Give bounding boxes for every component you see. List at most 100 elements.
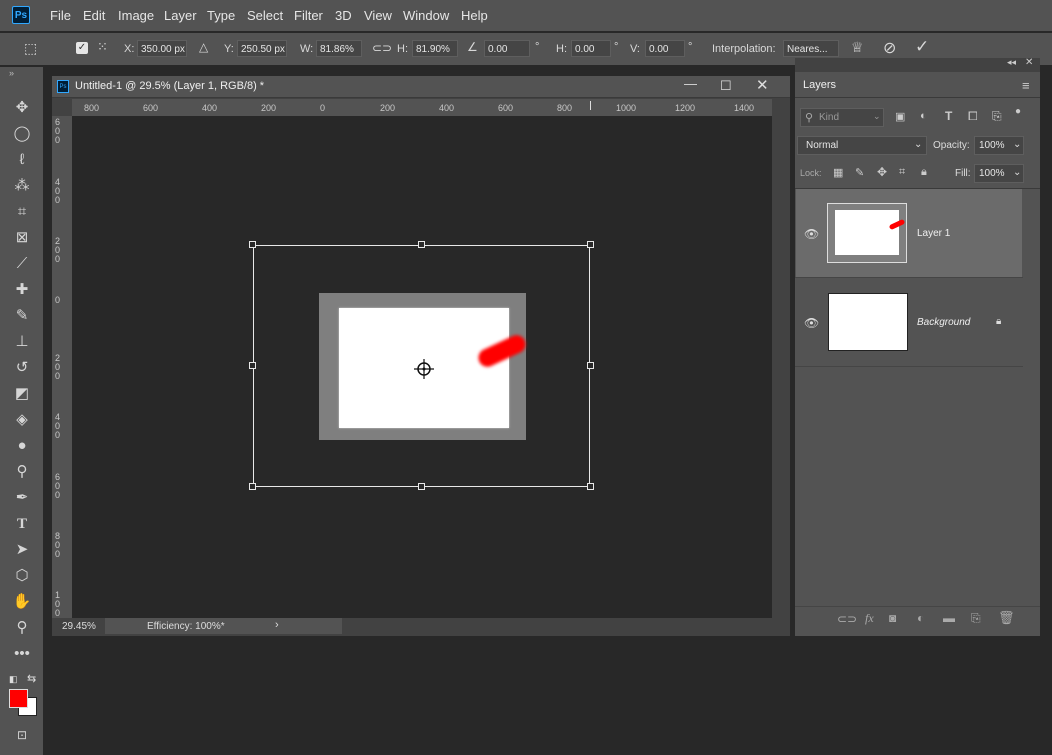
menu-window[interactable]: Window bbox=[403, 8, 449, 23]
reference-point-crosshair-icon[interactable] bbox=[413, 358, 435, 380]
maximize-icon[interactable]: ☐ bbox=[720, 78, 732, 94]
blend-mode-select[interactable]: Normal ⌄ bbox=[797, 136, 927, 155]
lock-icon[interactable]: 🔒︎ bbox=[996, 316, 1001, 327]
reference-point-checkbox[interactable]: ✓ bbox=[76, 42, 88, 54]
marquee-tool-icon[interactable]: ◯ bbox=[10, 123, 34, 145]
brush-tool-icon[interactable]: ✎ bbox=[10, 305, 34, 327]
healing-brush-tool-icon[interactable]: ✚ bbox=[10, 279, 34, 301]
menu-3d[interactable]: 3D bbox=[335, 8, 352, 23]
filter-toggle-icon[interactable]: ● bbox=[1015, 106, 1021, 117]
layer-name[interactable]: Layer 1 bbox=[917, 228, 950, 239]
menu-edit[interactable]: Edit bbox=[83, 8, 105, 23]
new-layer-icon[interactable]: ⎘ bbox=[971, 611, 981, 626]
cancel-transform-icon[interactable]: ⊘ bbox=[883, 38, 896, 58]
menu-image[interactable]: Image bbox=[118, 8, 154, 23]
trash-icon[interactable]: 🗑︎ bbox=[998, 610, 1015, 626]
menu-type[interactable]: Type bbox=[207, 8, 235, 23]
filter-pixel-icon[interactable]: ▣ bbox=[895, 110, 905, 123]
link-layers-icon[interactable]: ⊂⊃ bbox=[837, 612, 857, 626]
photoshop-logo[interactable]: Ps bbox=[12, 6, 30, 24]
dodge-tool-icon[interactable]: ⚲ bbox=[10, 461, 34, 483]
filter-adjustment-icon[interactable]: ◐ bbox=[920, 110, 927, 122]
status-menu-arrow-icon[interactable]: › bbox=[275, 619, 279, 631]
crop-tool-icon[interactable]: ⌗ bbox=[10, 201, 34, 223]
warp-icon[interactable]: ♕ bbox=[851, 39, 864, 56]
history-brush-tool-icon[interactable]: ↺ bbox=[10, 357, 34, 379]
hskew-field[interactable]: 0.00 bbox=[571, 40, 611, 57]
new-group-icon[interactable]: ▬ bbox=[943, 611, 955, 625]
lock-transparent-icon[interactable]: ▦ bbox=[833, 166, 843, 179]
fill-field[interactable]: 100% ⌄ bbox=[974, 164, 1024, 183]
menu-help[interactable]: Help bbox=[461, 8, 488, 23]
frame-tool-icon[interactable]: ⊠ bbox=[10, 227, 34, 249]
y-field[interactable]: 250.50 px bbox=[237, 40, 287, 57]
clone-stamp-tool-icon[interactable]: ⊥ bbox=[10, 331, 34, 353]
path-selection-tool-icon[interactable]: ➤ bbox=[10, 539, 34, 561]
reference-point-icon[interactable]: ⁙ bbox=[97, 39, 108, 55]
layer-row-layer-1[interactable]: 👁︎ Layer 1 bbox=[796, 189, 1022, 277]
lock-position-icon[interactable]: ✥ bbox=[877, 165, 887, 179]
transform-handle[interactable] bbox=[249, 362, 256, 369]
lock-image-icon[interactable]: ✎ bbox=[855, 166, 864, 179]
paint-bucket-tool-icon[interactable]: ◈ bbox=[10, 409, 34, 431]
interpolation-select[interactable]: Neares... bbox=[783, 40, 839, 57]
foreground-color-swatch[interactable] bbox=[9, 689, 28, 708]
add-mask-icon[interactable]: ◙ bbox=[889, 611, 896, 625]
filter-kind-select[interactable]: ⚲ Kind ⌄ bbox=[800, 108, 884, 127]
adjustment-layer-icon[interactable]: ◐ bbox=[917, 611, 924, 625]
lasso-tool-icon[interactable]: ℓ bbox=[10, 149, 34, 171]
filter-type-icon[interactable]: T bbox=[945, 109, 952, 123]
layer-name[interactable]: Background bbox=[917, 317, 970, 328]
fx-icon[interactable]: fx bbox=[865, 611, 874, 626]
type-tool-icon[interactable]: T bbox=[10, 513, 34, 535]
w-field[interactable]: 81.86% bbox=[316, 40, 362, 57]
collapse-toolbar-icon[interactable]: » bbox=[9, 68, 14, 78]
zoom-tool-icon[interactable]: ⚲ bbox=[10, 617, 34, 639]
menu-layer[interactable]: Layer bbox=[164, 8, 197, 23]
ruler-horizontal[interactable]: 800 600 400 200 0 200 400 600 800 1000 1… bbox=[72, 99, 772, 116]
transform-handle[interactable] bbox=[249, 241, 256, 248]
layer-1-thumbnail[interactable] bbox=[827, 203, 907, 263]
transform-handle[interactable] bbox=[249, 483, 256, 490]
transform-handle[interactable] bbox=[418, 241, 425, 248]
default-colors-icon[interactable]: ◧ bbox=[9, 674, 18, 685]
pen-tool-icon[interactable]: ✒ bbox=[10, 487, 34, 509]
menu-view[interactable]: View bbox=[364, 8, 392, 23]
move-tool-icon[interactable]: ✥ bbox=[10, 97, 34, 119]
background-thumbnail[interactable] bbox=[828, 293, 908, 351]
shape-tool-icon[interactable]: ⬡ bbox=[10, 565, 34, 587]
blur-tool-icon[interactable]: ● bbox=[10, 435, 34, 457]
link-icon[interactable]: ⊂⊃ bbox=[372, 41, 392, 55]
close-panel-icon[interactable]: ✕ bbox=[1025, 57, 1033, 68]
h-field[interactable]: 81.90% bbox=[412, 40, 458, 57]
hand-tool-icon[interactable]: ✋ bbox=[10, 591, 34, 613]
transform-handle[interactable] bbox=[587, 483, 594, 490]
transform-handle[interactable] bbox=[587, 362, 594, 369]
edit-toolbar-icon[interactable]: ••• bbox=[10, 643, 34, 665]
zoom-level[interactable]: 29.45% bbox=[62, 621, 96, 632]
lock-all-icon[interactable]: 🔒︎ bbox=[921, 166, 927, 179]
opacity-field[interactable]: 100% ⌄ bbox=[974, 136, 1024, 155]
panel-menu-icon[interactable]: ≡ bbox=[1022, 78, 1030, 93]
filter-smart-object-icon[interactable]: ⎘ bbox=[992, 109, 1002, 124]
swap-colors-icon[interactable]: ⇆ bbox=[27, 672, 36, 685]
quick-mask-icon[interactable]: ⊡ bbox=[10, 724, 34, 746]
commit-transform-icon[interactable]: ✓ bbox=[915, 37, 929, 57]
transform-handle[interactable] bbox=[587, 241, 594, 248]
vskew-field[interactable]: 0.00 bbox=[645, 40, 685, 57]
ruler-vertical[interactable]: 6 0 0 4 0 0 2 0 0 0 2 0 0 4 0 0 6 0 0 8 … bbox=[52, 116, 72, 618]
layer-row-background[interactable]: 👁︎ Background 🔒︎ bbox=[796, 278, 1022, 366]
minimize-icon[interactable]: — bbox=[684, 76, 697, 91]
menu-filter[interactable]: Filter bbox=[294, 8, 323, 23]
transform-handle[interactable] bbox=[418, 483, 425, 490]
menu-select[interactable]: Select bbox=[247, 8, 283, 23]
x-field[interactable]: 350.00 px bbox=[137, 40, 187, 57]
close-icon[interactable]: ✕ bbox=[756, 76, 769, 94]
delta-icon[interactable]: △ bbox=[199, 40, 208, 54]
magic-wand-tool-icon[interactable]: ⁂ bbox=[10, 175, 34, 197]
eyedropper-tool-icon[interactable]: ⟋ bbox=[10, 253, 34, 275]
menu-file[interactable]: File bbox=[50, 8, 71, 23]
collapse-panel-icon[interactable]: ◂◂ bbox=[1007, 57, 1016, 68]
eraser-tool-icon[interactable]: ◩ bbox=[10, 383, 34, 405]
eye-visibility-icon[interactable]: 👁︎ bbox=[804, 316, 819, 330]
